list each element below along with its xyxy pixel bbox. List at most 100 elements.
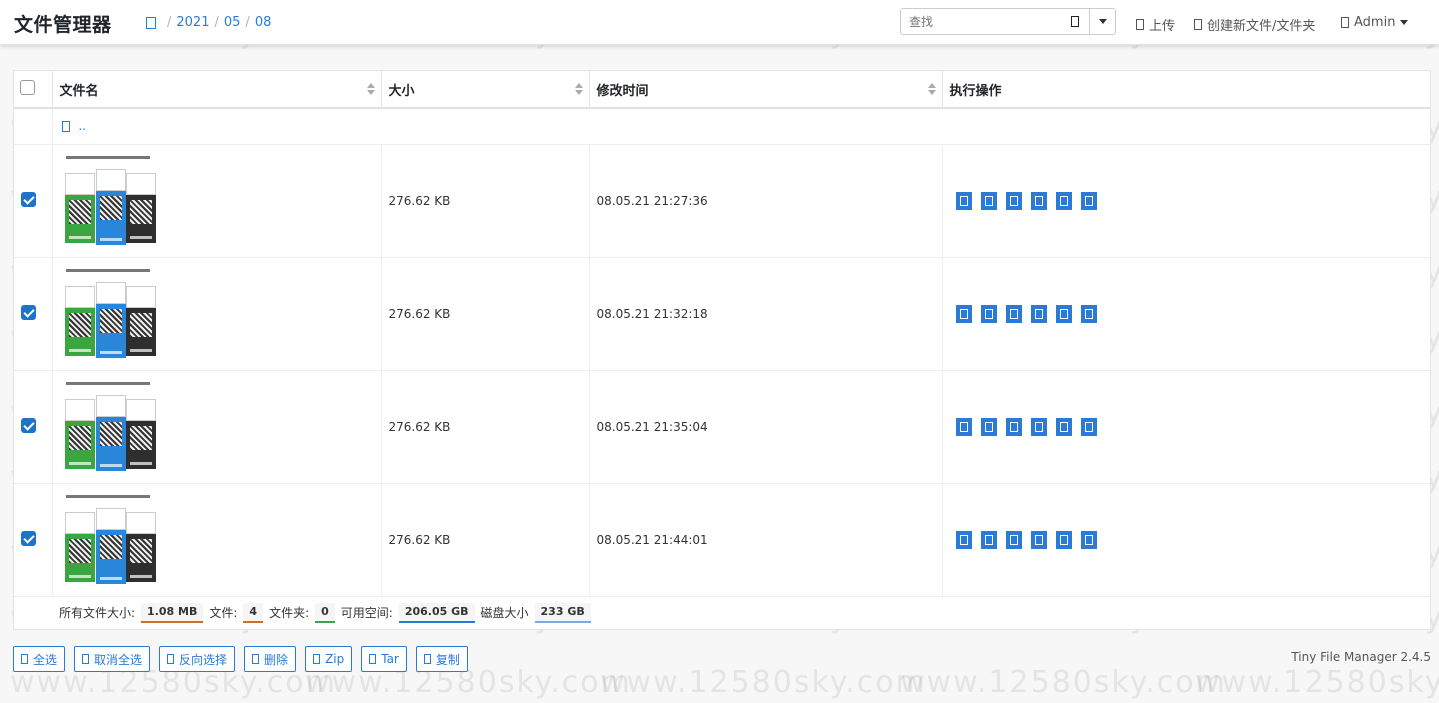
window-close-icon <box>82 654 90 664</box>
free-space-badge: 206.05 GB <box>398 602 475 623</box>
direct-link-icon[interactable] <box>1080 530 1097 549</box>
download-icon[interactable] <box>1055 191 1072 210</box>
upload-label: 上传 <box>1149 19 1176 34</box>
link-icon[interactable] <box>1030 304 1047 323</box>
link-icon[interactable] <box>1030 417 1047 436</box>
storage-stats: 所有文件大小: 1.08 MB 文件: 4 文件夹: 0 可用空间: 206.0… <box>14 602 1430 623</box>
download-icon[interactable] <box>1055 417 1072 436</box>
file-thumbnail-cell[interactable] <box>52 482 382 596</box>
parent-directory-row[interactable]: .. <box>14 107 1430 144</box>
zip-button[interactable]: Zip <box>305 646 353 672</box>
table-row[interactable]: 276.62 KB 08.05.21 21:27:36 <box>14 143 1430 257</box>
create-new-link[interactable]: 创建新文件/文件夹 <box>1194 15 1315 34</box>
file-thumbnail-cell[interactable] <box>52 143 382 257</box>
copy-icon[interactable] <box>1005 417 1022 436</box>
copy-icon[interactable] <box>1005 304 1022 323</box>
button-label: 全选 <box>33 652 58 667</box>
table-header-row: 文件名 大小 修改时间 执行操作 <box>14 71 1430 109</box>
button-label: 删除 <box>264 652 289 667</box>
files-count-badge: 4 <box>243 602 264 623</box>
create-new-label: 创建新文件/文件夹 <box>1207 19 1316 34</box>
home-icon[interactable] <box>146 16 156 29</box>
parent-link-cell[interactable]: .. <box>52 107 1430 144</box>
table-row[interactable]: 276.62 KB 08.05.21 21:32:18 <box>14 256 1430 370</box>
total-size-badge: 1.08 MB <box>141 602 204 623</box>
file-thumbnail-cell[interactable] <box>52 369 382 483</box>
sort-icon <box>366 83 375 95</box>
delete-icon[interactable] <box>955 530 972 549</box>
search-input[interactable] <box>901 9 1061 34</box>
breadcrumb-item-day[interactable]: 08 <box>255 15 272 30</box>
direct-link-icon[interactable] <box>1080 191 1097 210</box>
trash-icon <box>252 654 260 664</box>
file-actions-cell <box>942 143 1430 257</box>
deselect-all-button[interactable]: 取消全选 <box>74 646 151 672</box>
search-dropdown-toggle[interactable] <box>1089 9 1115 34</box>
file-thumbnail[interactable] <box>59 153 156 248</box>
plus-icon <box>1194 19 1202 30</box>
file-thumbnail[interactable] <box>59 379 156 474</box>
delete-icon[interactable] <box>955 191 972 210</box>
free-space-label: 可用空间: <box>340 606 393 621</box>
file-thumbnail[interactable] <box>59 266 156 361</box>
total-size-label: 所有文件大小: <box>59 606 136 621</box>
delete-icon[interactable] <box>955 417 972 436</box>
file-thumbnail-cell[interactable] <box>52 256 382 370</box>
upload-link[interactable]: 上传 <box>1136 15 1175 34</box>
check-square-icon <box>21 654 28 664</box>
file-size-cell: 276.62 KB <box>381 369 590 483</box>
table-row[interactable]: 276.62 KB 08.05.21 21:44:01 <box>14 482 1430 596</box>
direct-link-icon[interactable] <box>1080 417 1097 436</box>
download-icon[interactable] <box>1055 304 1072 323</box>
column-header-modified[interactable]: 修改时间 <box>589 71 943 109</box>
row-checkbox[interactable] <box>21 417 36 433</box>
file-archive-icon <box>313 654 321 664</box>
download-icon[interactable] <box>1055 530 1072 549</box>
column-header-label: 文件名 <box>59 83 99 99</box>
button-label: 取消全选 <box>94 652 143 667</box>
row-checkbox-cell <box>14 482 53 596</box>
link-icon[interactable] <box>1030 191 1047 210</box>
breadcrumb: / 2021 / 05 / 08 <box>146 15 271 30</box>
app-version: Tiny File Manager 2.4.5 <box>1291 650 1431 664</box>
file-thumbnail[interactable] <box>59 492 156 587</box>
sort-icon <box>574 83 583 95</box>
row-checkbox-cell <box>14 369 53 483</box>
watermark-text: www.12580sky.com <box>600 665 927 700</box>
column-header-label: 执行操作 <box>949 83 1002 99</box>
file-actions-cell <box>942 256 1430 370</box>
parent-link[interactable]: .. <box>78 119 86 133</box>
button-label: Zip <box>325 652 345 666</box>
folders-count-badge: 0 <box>315 602 335 623</box>
rename-icon[interactable] <box>980 417 997 436</box>
file-actions-cell <box>942 482 1430 596</box>
delete-button[interactable]: 删除 <box>244 646 297 672</box>
breadcrumb-item-month[interactable]: 05 <box>224 15 241 30</box>
user-menu[interactable]: Admin <box>1341 15 1409 30</box>
breadcrumb-item-year[interactable]: 2021 <box>176 15 209 30</box>
column-header-name[interactable]: 文件名 <box>52 71 382 109</box>
column-header-size[interactable]: 大小 <box>381 71 590 109</box>
rename-icon[interactable] <box>980 304 997 323</box>
rename-icon[interactable] <box>980 530 997 549</box>
rename-icon[interactable] <box>980 191 997 210</box>
copy-button[interactable]: 复制 <box>415 646 468 672</box>
row-checkbox[interactable] <box>21 304 36 320</box>
row-checkbox[interactable] <box>21 530 36 546</box>
row-checkbox[interactable] <box>21 191 36 207</box>
invert-selection-button[interactable]: 反向选择 <box>159 646 236 672</box>
search-button[interactable] <box>1061 9 1089 34</box>
table-row[interactable]: 276.62 KB 08.05.21 21:35:04 <box>14 369 1430 483</box>
link-icon[interactable] <box>1030 530 1047 549</box>
file-size-cell: 276.62 KB <box>381 256 590 370</box>
copy-icon[interactable] <box>1005 191 1022 210</box>
select-all-checkbox[interactable] <box>20 79 35 95</box>
search-icon <box>1071 16 1079 27</box>
direct-link-icon[interactable] <box>1080 304 1097 323</box>
select-all-button[interactable]: 全选 <box>13 646 66 672</box>
tar-button[interactable]: Tar <box>361 646 407 672</box>
bulk-action-bar: 全选 取消全选 反向选择 删除 Zip Tar 复制 <box>13 646 468 672</box>
file-size-cell: 276.62 KB <box>381 482 590 596</box>
copy-icon[interactable] <box>1005 530 1022 549</box>
delete-icon[interactable] <box>955 304 972 323</box>
